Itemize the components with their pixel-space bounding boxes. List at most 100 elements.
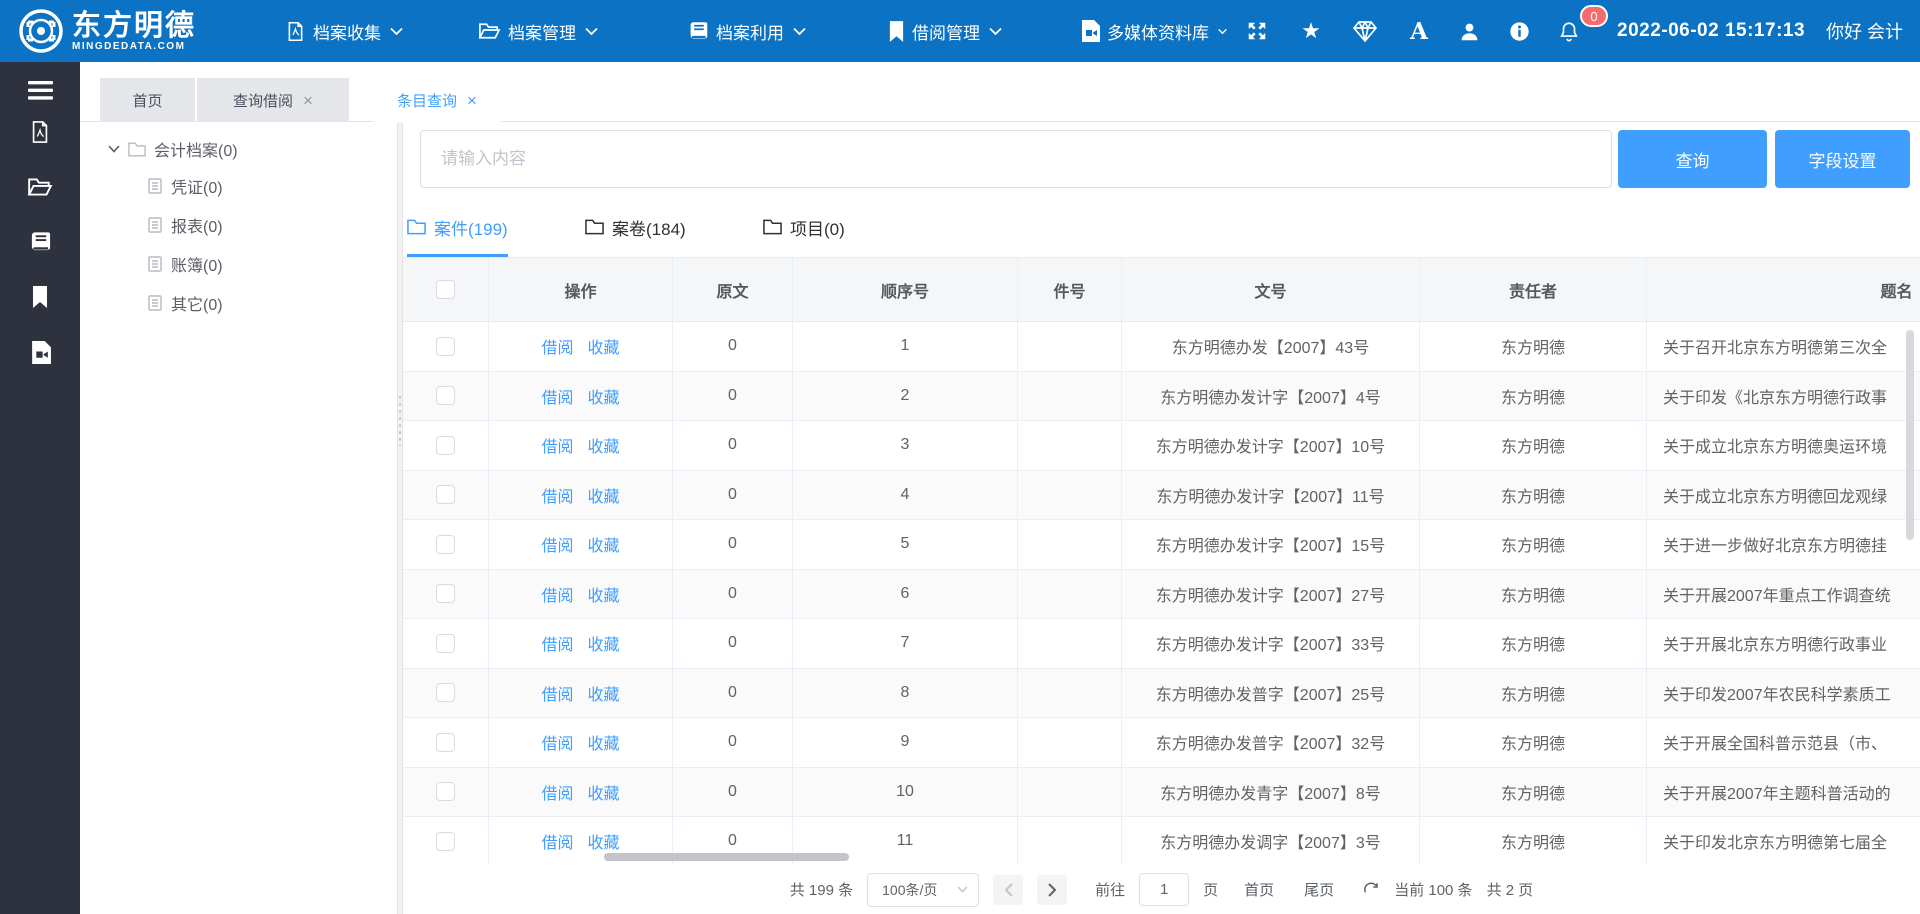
favorite-link[interactable]: 收藏 bbox=[588, 334, 620, 358]
nav-archive-manage[interactable]: 档案管理 bbox=[478, 0, 605, 62]
tab-home[interactable]: 首页 bbox=[100, 78, 195, 122]
borrow-link[interactable]: 借阅 bbox=[541, 433, 573, 457]
refresh-button[interactable] bbox=[1362, 881, 1380, 899]
first-page-link[interactable]: 首页 bbox=[1244, 879, 1274, 900]
chevron-right-icon bbox=[1048, 883, 1057, 897]
cell-item-no bbox=[1018, 619, 1122, 668]
query-button[interactable]: 查询 bbox=[1618, 130, 1767, 188]
row-checkbox[interactable] bbox=[436, 337, 455, 356]
favorite-link[interactable]: 收藏 bbox=[588, 532, 620, 556]
borrow-link[interactable]: 借阅 bbox=[541, 829, 573, 853]
select-all-checkbox[interactable] bbox=[436, 280, 455, 299]
close-icon[interactable]: × bbox=[467, 93, 477, 108]
menu-toggle-button[interactable] bbox=[0, 70, 80, 110]
next-page-button[interactable] bbox=[1037, 875, 1067, 905]
row-checkbox[interactable] bbox=[436, 535, 455, 554]
row-checkbox[interactable] bbox=[436, 782, 455, 801]
nav-multimedia-library[interactable]: 多媒体资料库 bbox=[1080, 0, 1234, 62]
cell-item-no bbox=[1018, 520, 1122, 569]
borrow-link[interactable]: 借阅 bbox=[541, 631, 573, 655]
user-icon[interactable] bbox=[1452, 0, 1486, 62]
notification-badge: 0 bbox=[1580, 5, 1608, 27]
field-settings-button[interactable]: 字段设置 bbox=[1775, 130, 1910, 188]
prev-page-button[interactable] bbox=[993, 875, 1023, 905]
borrow-link[interactable]: 借阅 bbox=[541, 681, 573, 705]
tree-node-voucher[interactable]: 凭证(0) bbox=[148, 170, 223, 202]
result-tab-projects[interactable]: 项目(0) bbox=[763, 200, 845, 257]
tree-node-ledger[interactable]: 账簿(0) bbox=[148, 248, 223, 280]
rail-multimedia-library[interactable] bbox=[0, 332, 80, 372]
result-tab-cases[interactable]: 案件(199) bbox=[407, 200, 508, 257]
nav-archive-collect[interactable]: 档案收集 bbox=[285, 0, 410, 62]
tab-entry-query[interactable]: 条目查询 × bbox=[373, 78, 501, 122]
document-icon bbox=[148, 256, 162, 272]
result-tab-files[interactable]: 案卷(184) bbox=[585, 200, 686, 257]
brand-logo[interactable]: 东方明德 MINGDEDATA.COM bbox=[18, 8, 196, 54]
favorite-link[interactable]: 收藏 bbox=[588, 631, 620, 655]
row-checkbox[interactable] bbox=[436, 485, 455, 504]
archive-tree-panel: 会计档案(0) 凭证(0) 报表(0) 账簿(0) 其它(0) bbox=[80, 122, 397, 914]
table-row: 借阅 收藏 0 4 东方明德办发计字【2007】11号 东方明德 关于成立北京东… bbox=[403, 471, 1920, 521]
horizontal-scrollbar[interactable] bbox=[604, 853, 849, 861]
borrow-link[interactable]: 借阅 bbox=[541, 532, 573, 556]
favorite-link[interactable]: 收藏 bbox=[588, 730, 620, 754]
last-page-link[interactable]: 尾页 bbox=[1304, 879, 1334, 900]
chevron-down-icon bbox=[957, 886, 968, 893]
tree-node-other[interactable]: 其它(0) bbox=[148, 287, 223, 319]
row-checkbox[interactable] bbox=[436, 584, 455, 603]
cell-responsible: 东方明德 bbox=[1420, 421, 1647, 470]
tree-node-accounting-archive[interactable]: 会计档案(0) bbox=[108, 134, 238, 164]
borrow-link[interactable]: 借阅 bbox=[541, 483, 573, 507]
rail-archive-collect[interactable] bbox=[0, 112, 80, 152]
goto-page-input[interactable] bbox=[1139, 873, 1189, 906]
favorite-link[interactable]: 收藏 bbox=[588, 384, 620, 408]
cell-sequence: 4 bbox=[793, 471, 1018, 520]
row-checkbox[interactable] bbox=[436, 634, 455, 653]
favorite-link[interactable]: 收藏 bbox=[588, 483, 620, 507]
theme-gem-icon[interactable] bbox=[1348, 0, 1382, 62]
row-checkbox[interactable] bbox=[436, 832, 455, 851]
borrow-link[interactable]: 借阅 bbox=[541, 730, 573, 754]
cell-sequence: 2 bbox=[793, 372, 1018, 421]
search-input[interactable] bbox=[420, 130, 1612, 188]
cell-sequence: 3 bbox=[793, 421, 1018, 470]
favorite-link[interactable]: 收藏 bbox=[588, 433, 620, 457]
splitter-handle[interactable] bbox=[398, 394, 402, 446]
row-checkbox[interactable] bbox=[436, 683, 455, 702]
rail-borrow-manage[interactable] bbox=[0, 277, 80, 317]
borrow-link[interactable]: 借阅 bbox=[541, 780, 573, 804]
cell-sequence: 7 bbox=[793, 619, 1018, 668]
tab-query-borrow[interactable]: 查询借阅 × bbox=[197, 78, 349, 122]
info-icon[interactable] bbox=[1502, 0, 1536, 62]
borrow-link[interactable]: 借阅 bbox=[541, 334, 573, 358]
row-checkbox[interactable] bbox=[436, 386, 455, 405]
cell-responsible: 东方明德 bbox=[1420, 718, 1647, 767]
row-checkbox[interactable] bbox=[436, 733, 455, 752]
favorite-link[interactable]: 收藏 bbox=[588, 681, 620, 705]
nav-label: 借阅管理 bbox=[912, 19, 980, 44]
page-size-select[interactable]: 100条/页 bbox=[867, 873, 979, 907]
cell-original: 0 bbox=[673, 768, 793, 817]
borrow-link[interactable]: 借阅 bbox=[541, 582, 573, 606]
rail-archive-manage[interactable] bbox=[0, 167, 80, 207]
nav-borrow-manage[interactable]: 借阅管理 bbox=[888, 0, 1009, 62]
fullscreen-icon[interactable] bbox=[1240, 0, 1274, 62]
cell-original: 0 bbox=[673, 421, 793, 470]
favorite-link[interactable]: 收藏 bbox=[588, 780, 620, 804]
nav-archive-use[interactable]: 档案利用 bbox=[688, 0, 813, 62]
tree-node-report[interactable]: 报表(0) bbox=[148, 209, 223, 241]
favorite-link[interactable]: 收藏 bbox=[588, 829, 620, 853]
cell-doc-no: 东方明德办发计字【2007】15号 bbox=[1122, 520, 1420, 569]
row-checkbox[interactable] bbox=[436, 436, 455, 455]
vertical-scrollbar[interactable] bbox=[1906, 330, 1914, 540]
borrow-link[interactable]: 借阅 bbox=[541, 384, 573, 408]
rail-archive-use[interactable] bbox=[0, 222, 80, 262]
favorite-link[interactable]: 收藏 bbox=[588, 582, 620, 606]
cell-original: 0 bbox=[673, 718, 793, 767]
table-row: 借阅 收藏 0 10 东方明德办发青字【2007】8号 东方明德 关于开展200… bbox=[403, 768, 1920, 818]
table-body: 借阅 收藏 0 1 东方明德办发【2007】43号 东方明德 关于召开北京东方明… bbox=[403, 322, 1920, 867]
close-icon[interactable]: × bbox=[303, 93, 313, 108]
caret-down-icon[interactable] bbox=[108, 145, 120, 153]
favorites-star-icon[interactable]: ★ bbox=[1294, 0, 1328, 62]
font-size-icon[interactable]: A bbox=[1402, 0, 1436, 62]
